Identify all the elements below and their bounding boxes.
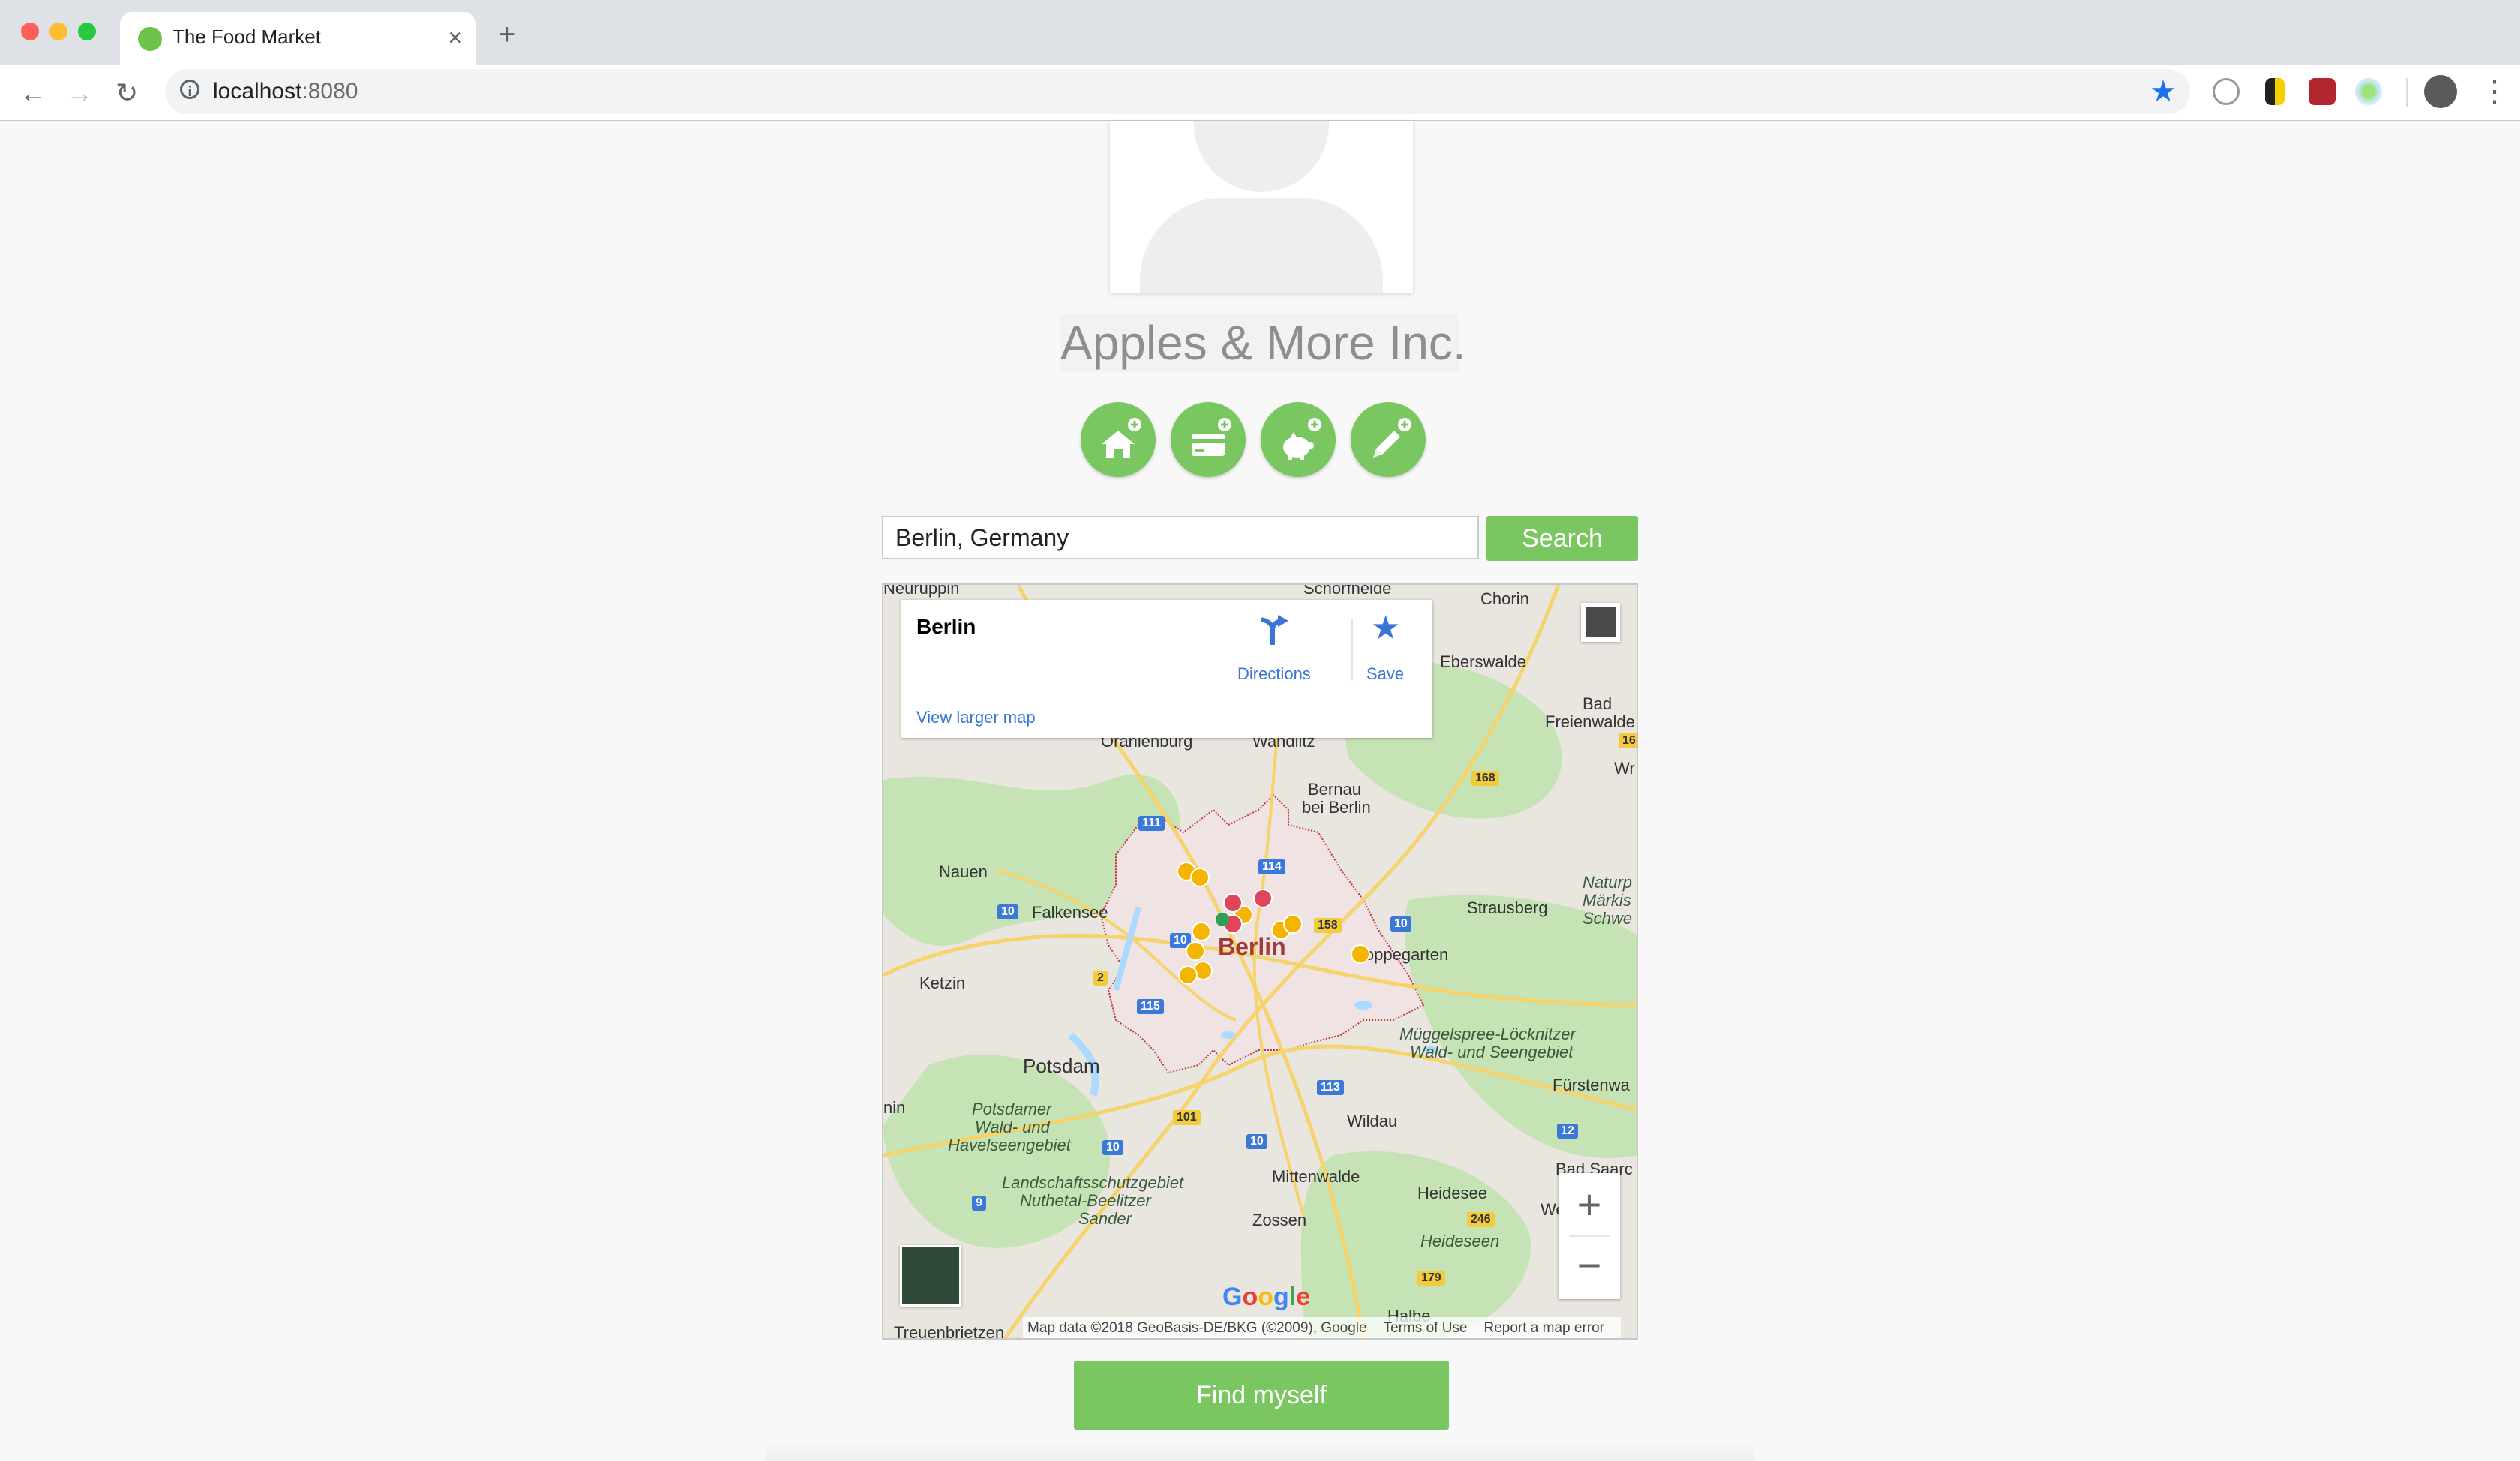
new-tab-button[interactable]: + bbox=[498, 20, 515, 50]
tab-title: The Food Market bbox=[172, 26, 321, 48]
profile-picture bbox=[1110, 122, 1413, 292]
avatar-head-shape bbox=[1194, 122, 1329, 192]
favicon-icon bbox=[138, 27, 162, 51]
save-link[interactable]: Save bbox=[1366, 664, 1404, 684]
url-host: localhost bbox=[213, 79, 302, 104]
add-edit-button[interactable] bbox=[1351, 402, 1426, 477]
url-port: :8080 bbox=[302, 79, 358, 104]
yellow-star-pin-icon bbox=[1283, 914, 1303, 934]
google-logo: Google bbox=[1222, 1282, 1311, 1311]
red-heart-pin-icon bbox=[1253, 889, 1273, 908]
directions-icon[interactable] bbox=[1256, 614, 1290, 646]
view-larger-map-link[interactable]: View larger map bbox=[916, 708, 1036, 728]
location-search-input[interactable] bbox=[882, 516, 1479, 560]
reload-icon[interactable]: ↻ bbox=[116, 78, 138, 108]
back-icon[interactable]: ← bbox=[20, 78, 46, 108]
company-name: Apples & More Inc. bbox=[1060, 314, 1466, 372]
browser-tab-strip: The Food Market × + bbox=[0, 0, 2520, 64]
add-card-button[interactable] bbox=[1171, 402, 1246, 477]
window-maximize-button[interactable] bbox=[78, 22, 96, 40]
zoom-out-button[interactable]: − bbox=[1558, 1236, 1620, 1299]
profile-avatar[interactable] bbox=[2424, 75, 2457, 108]
find-myself-button[interactable]: Find myself bbox=[1074, 1360, 1449, 1430]
window-close-button[interactable] bbox=[21, 22, 39, 40]
yellow-star-pin-icon bbox=[1192, 922, 1211, 941]
user-photo-button[interactable] bbox=[1581, 603, 1620, 642]
menu-icon[interactable]: ⋮ bbox=[2480, 72, 2510, 111]
google-map[interactable]: Neuruppin Schorfheide Chorin Eberswalde … bbox=[882, 584, 1638, 1340]
address-bar[interactable]: i localhost:8080 ★ bbox=[165, 69, 2190, 114]
forward-icon[interactable]: → bbox=[66, 78, 93, 108]
browser-tab[interactable]: The Food Market × bbox=[120, 12, 476, 64]
page-bottom-shadow bbox=[765, 1440, 1755, 1461]
report-map-error-link[interactable]: Report a map error bbox=[1484, 1320, 1605, 1336]
card-divider bbox=[1352, 618, 1353, 681]
map-data-credit: Map data ©2018 GeoBasis-DE/BKG (©2009), … bbox=[1028, 1320, 1367, 1336]
save-star-icon[interactable]: ★ bbox=[1371, 609, 1400, 648]
red-heart-pin-icon bbox=[1223, 893, 1243, 913]
extension-icon[interactable] bbox=[2265, 78, 2284, 105]
info-icon[interactable]: i bbox=[180, 80, 200, 99]
url-text: localhost:8080 bbox=[213, 79, 358, 104]
yellow-star-pin-icon bbox=[1351, 944, 1370, 964]
satellite-view-toggle[interactable] bbox=[900, 1245, 962, 1306]
tab-close-icon[interactable]: × bbox=[448, 22, 462, 52]
place-name: Berlin bbox=[916, 615, 976, 638]
extension-icon[interactable] bbox=[2212, 78, 2240, 105]
bookmark-star-icon[interactable]: ★ bbox=[2150, 75, 2176, 108]
add-savings-button[interactable] bbox=[1261, 402, 1336, 477]
browser-toolbar: ← → ↻ i localhost:8080 ★ ⋮ bbox=[0, 64, 2520, 120]
home-plus-icon bbox=[1102, 418, 1142, 458]
credit-card-plus-icon bbox=[1192, 418, 1232, 456]
yellow-star-pin-icon bbox=[1186, 941, 1205, 961]
extension-icon[interactable] bbox=[2308, 78, 2336, 105]
extension-icon[interactable] bbox=[2355, 78, 2382, 105]
toolbar-divider bbox=[2406, 78, 2408, 106]
directions-link[interactable]: Directions bbox=[1238, 664, 1311, 684]
zoom-in-button[interactable]: + bbox=[1558, 1173, 1620, 1236]
yellow-star-pin-icon bbox=[1178, 965, 1198, 985]
green-pin-icon bbox=[1216, 913, 1229, 926]
pencil-plus-icon bbox=[1373, 418, 1412, 458]
avatar-body-shape bbox=[1140, 198, 1383, 292]
yellow-star-pin-icon bbox=[1190, 868, 1210, 887]
zoom-control: + − bbox=[1558, 1173, 1620, 1299]
window-minimize-button[interactable] bbox=[50, 22, 68, 40]
user-photo-icon bbox=[1586, 608, 1616, 638]
search-button[interactable]: Search bbox=[1486, 516, 1638, 561]
add-home-button[interactable] bbox=[1081, 402, 1156, 477]
place-info-card: Berlin Directions ★ Save View larger map bbox=[902, 600, 1432, 738]
piggy-bank-plus-icon bbox=[1283, 418, 1322, 460]
map-attribution: Map data ©2018 GeoBasis-DE/BKG (©2009), … bbox=[1023, 1317, 1622, 1338]
terms-of-use-link[interactable]: Terms of Use bbox=[1384, 1320, 1468, 1336]
